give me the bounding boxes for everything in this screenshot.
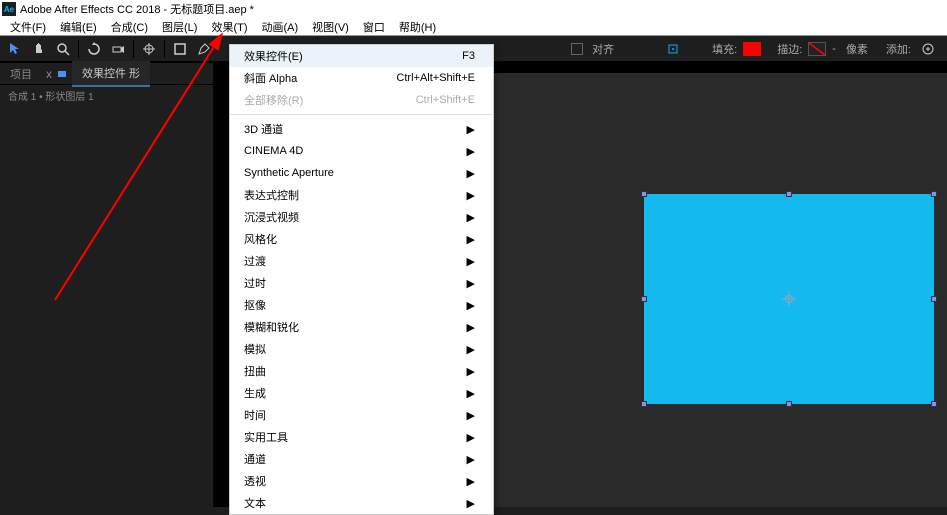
add-label: 添加: bbox=[882, 41, 915, 57]
tab-close-icon[interactable]: x bbox=[46, 67, 52, 81]
selection-tool[interactable] bbox=[4, 38, 26, 60]
perspective-submenu[interactable]: 透视▶ bbox=[230, 470, 493, 492]
menu-edit[interactable]: 编辑(E) bbox=[60, 19, 97, 35]
menu-animation[interactable]: 动画(A) bbox=[262, 19, 299, 35]
effect-menu-dropdown: 效果控件(E)F3 斜面 AlphaCtrl+Alt+Shift+E 全部移除(… bbox=[229, 44, 494, 515]
align-label: 对齐 bbox=[588, 41, 618, 57]
menu-composition[interactable]: 合成(C) bbox=[111, 19, 148, 35]
project-tab[interactable]: 项目 bbox=[0, 62, 42, 86]
camera-tool[interactable] bbox=[107, 38, 129, 60]
resize-handle-bottom-middle[interactable] bbox=[786, 401, 792, 407]
stroke-px: 像素 bbox=[842, 41, 872, 57]
transition-submenu[interactable]: 过渡▶ bbox=[230, 250, 493, 272]
fill-label: 填充: bbox=[708, 41, 741, 57]
rotate-tool[interactable] bbox=[83, 38, 105, 60]
window-title: Adobe After Effects CC 2018 - 无标题项目.aep … bbox=[20, 1, 254, 17]
distort-submenu[interactable]: 扭曲▶ bbox=[230, 360, 493, 382]
stroke-swatch[interactable] bbox=[808, 42, 826, 56]
zoom-tool[interactable] bbox=[52, 38, 74, 60]
panel-info-line: 合成 1 • 形状图层 1 bbox=[0, 85, 213, 106]
hand-tool[interactable] bbox=[28, 38, 50, 60]
expression-controls-submenu[interactable]: 表达式控制▶ bbox=[230, 184, 493, 206]
resize-handle-top-right[interactable] bbox=[931, 191, 937, 197]
menu-window[interactable]: 窗口 bbox=[363, 19, 385, 35]
add-shape-button[interactable] bbox=[917, 38, 939, 60]
resize-handle-top-left[interactable] bbox=[641, 191, 647, 197]
selected-shape[interactable] bbox=[644, 194, 934, 404]
effect-controls-tab[interactable]: 效果控件 形 bbox=[72, 61, 150, 87]
blur-sharpen-submenu[interactable]: 模糊和锐化▶ bbox=[230, 316, 493, 338]
resize-handle-middle-right[interactable] bbox=[931, 296, 937, 302]
anchor-tool[interactable] bbox=[138, 38, 160, 60]
channel-submenu[interactable]: 通道▶ bbox=[230, 448, 493, 470]
stroke-label: 描边: bbox=[773, 41, 806, 57]
menu-view[interactable]: 视图(V) bbox=[312, 19, 349, 35]
3d-channel-submenu[interactable]: 3D 通道▶ bbox=[230, 118, 493, 140]
menu-effect[interactable]: 效果(T) bbox=[211, 19, 247, 35]
menu-file[interactable]: 文件(F) bbox=[10, 19, 46, 35]
resize-handle-bottom-left[interactable] bbox=[641, 401, 647, 407]
immersive-video-submenu[interactable]: 沉浸式视频▶ bbox=[230, 206, 493, 228]
fill-swatch[interactable] bbox=[743, 42, 761, 56]
keying-submenu[interactable]: 抠像▶ bbox=[230, 294, 493, 316]
stroke-dash: - bbox=[828, 43, 840, 55]
utility-submenu[interactable]: 实用工具▶ bbox=[230, 426, 493, 448]
generate-submenu[interactable]: 生成▶ bbox=[230, 382, 493, 404]
time-submenu[interactable]: 时间▶ bbox=[230, 404, 493, 426]
text-submenu[interactable]: 文本▶ bbox=[230, 492, 493, 514]
effect-controls-item[interactable]: 效果控件(E)F3 bbox=[230, 45, 493, 67]
shape-tool[interactable] bbox=[169, 38, 191, 60]
resize-handle-middle-left[interactable] bbox=[641, 296, 647, 302]
app-icon: Ae bbox=[2, 2, 16, 16]
ramp-alpha-item[interactable]: 斜面 AlphaCtrl+Alt+Shift+E bbox=[230, 67, 493, 89]
stylize-submenu[interactable]: 风格化▶ bbox=[230, 228, 493, 250]
align-checkbox[interactable] bbox=[571, 43, 583, 55]
simulation-submenu[interactable]: 模拟▶ bbox=[230, 338, 493, 360]
cinema4d-submenu[interactable]: CINEMA 4D▶ bbox=[230, 140, 493, 162]
remove-all-item: 全部移除(R)Ctrl+Shift+E bbox=[230, 89, 493, 111]
resize-handle-bottom-right[interactable] bbox=[931, 401, 937, 407]
snap-icon[interactable] bbox=[662, 38, 684, 60]
synthetic-aperture-submenu[interactable]: Synthetic Aperture▶ bbox=[230, 162, 493, 184]
menu-help[interactable]: 帮助(H) bbox=[399, 19, 436, 35]
menu-layer[interactable]: 图层(L) bbox=[162, 19, 197, 35]
obsolete-submenu[interactable]: 过时▶ bbox=[230, 272, 493, 294]
resize-handle-top-middle[interactable] bbox=[786, 191, 792, 197]
pen-tool[interactable] bbox=[193, 38, 215, 60]
